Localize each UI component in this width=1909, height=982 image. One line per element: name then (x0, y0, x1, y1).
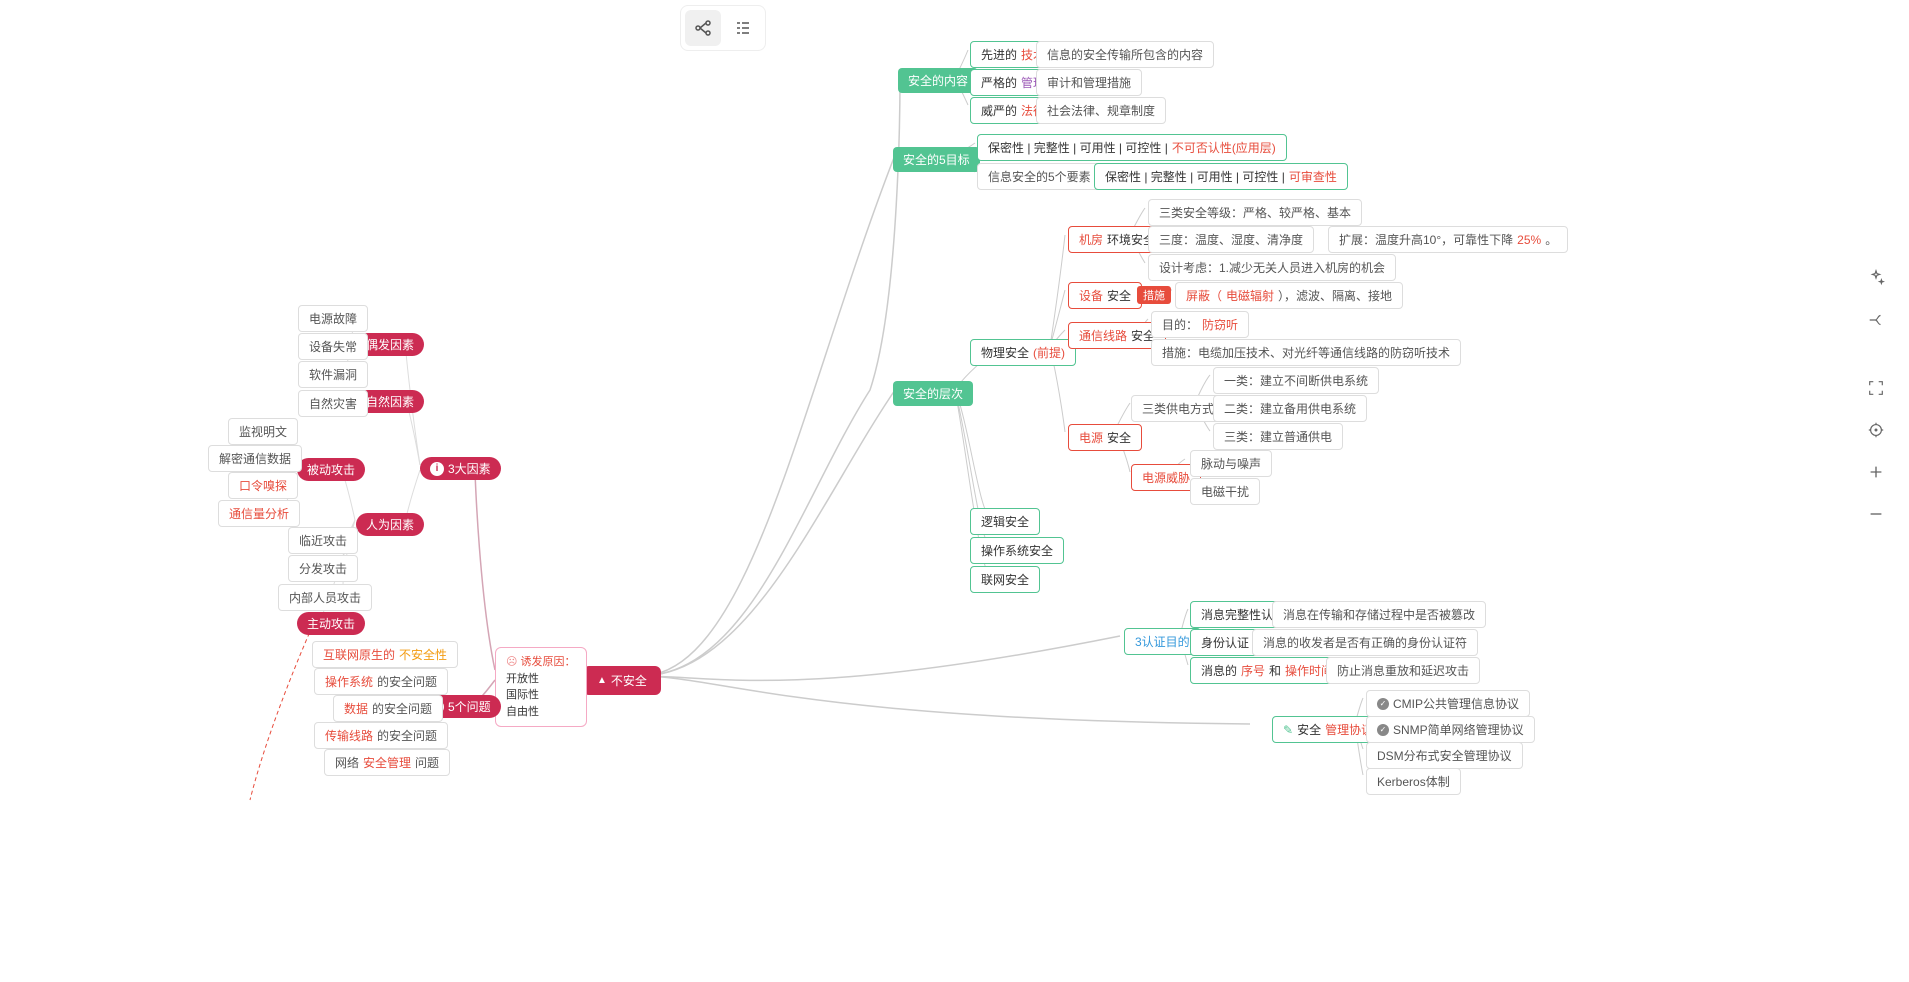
pr3[interactable]: 数据的安全问题 (333, 695, 443, 722)
g2l[interactable]: 信息安全的5个要素 (977, 163, 1102, 190)
a1d[interactable]: 消息在传输和存储过程中是否被篡改 (1272, 601, 1486, 628)
goals5[interactable]: 安全的5目标 (893, 147, 980, 172)
p1[interactable]: 监视明文 (228, 418, 298, 445)
nat1[interactable]: 自然灾害 (298, 390, 368, 417)
pr2[interactable]: 操作系统的安全问题 (314, 668, 448, 695)
c3d[interactable]: 社会法律、规章制度 (1036, 97, 1166, 124)
human[interactable]: 人为因素 (356, 513, 424, 536)
env2[interactable]: 三度：温度、湿度、清净度 (1148, 226, 1314, 253)
mp4[interactable]: Kerberos体制 (1366, 768, 1461, 795)
zoom-in-icon[interactable] (1858, 454, 1894, 490)
outline-view-button[interactable] (725, 10, 761, 46)
env1[interactable]: 三类安全等级：严格、较严格、基本 (1148, 199, 1362, 226)
mp1[interactable]: ✓CMIP公共管理信息协议 (1366, 690, 1530, 717)
a3d[interactable]: 防止消息重放和延迟攻击 (1326, 657, 1480, 684)
magic-icon[interactable] (1858, 260, 1894, 296)
c2d[interactable]: 审计和管理措施 (1036, 69, 1142, 96)
mindmap-view-button[interactable] (685, 10, 721, 46)
p4[interactable]: 通信量分析 (218, 500, 300, 527)
central-node[interactable]: ▲不安全 (583, 666, 661, 695)
pt1[interactable]: 脉动与噪声 (1190, 450, 1272, 477)
passive[interactable]: 被动攻击 (297, 458, 365, 481)
mp2[interactable]: ✓SNMP简单网络管理协议 (1366, 716, 1535, 743)
view-toolbar (680, 5, 766, 51)
devd[interactable]: 屏蔽（电磁辐射），滤波、隔离、接地 (1175, 282, 1403, 309)
cause-title: 诱发原因： (521, 656, 576, 668)
h3[interactable]: 内部人员攻击 (278, 584, 372, 611)
pr5[interactable]: 网络安全管理问题 (324, 749, 450, 776)
locate-icon[interactable] (1858, 412, 1894, 448)
pm3[interactable]: 三类：建立普通供电 (1213, 423, 1343, 450)
cause-box[interactable]: ☹ 诱发原因： 开放性 国际性 自由性 (495, 647, 587, 727)
central-label: 不安全 (611, 672, 647, 689)
factors3[interactable]: i3大因素 (420, 457, 501, 480)
pt2[interactable]: 电磁干扰 (1190, 478, 1260, 505)
right-toolbar (1858, 260, 1894, 532)
mp3[interactable]: DSM分布式安全管理协议 (1366, 742, 1523, 769)
env2e[interactable]: 扩展：温度升高10°，可靠性下降25%。 (1328, 226, 1568, 253)
fit-icon[interactable] (1858, 370, 1894, 406)
pm2[interactable]: 二类：建立备用供电系统 (1213, 395, 1367, 422)
env3[interactable]: 设计考虑：1.减少无关人员进入机房的机会 (1148, 254, 1396, 281)
line2[interactable]: 措施：电缆加压技术、对光纤等通信线路的防窃听技术 (1151, 339, 1461, 366)
os[interactable]: 操作系统安全 (970, 537, 1064, 564)
h1[interactable]: 临近攻击 (288, 527, 358, 554)
pr1[interactable]: 互联网原生的不安全性 (312, 641, 458, 668)
logic[interactable]: 逻辑安全 (970, 508, 1040, 535)
pwrm[interactable]: 三类供电方式 (1131, 395, 1225, 422)
c1d[interactable]: 信息的安全传输所包含的内容 (1036, 41, 1214, 68)
p2[interactable]: 解密通信数据 (208, 445, 302, 472)
zoom-out-icon[interactable] (1858, 496, 1894, 532)
layers[interactable]: 安全的层次 (893, 381, 973, 406)
a2[interactable]: 身份认证 (1190, 629, 1260, 656)
dev-m[interactable]: 措施 (1127, 282, 1181, 308)
acc1[interactable]: 电源故障 (298, 305, 368, 332)
layout-icon[interactable] (1858, 302, 1894, 338)
pr4[interactable]: 传输线路的安全问题 (314, 722, 448, 749)
acc3[interactable]: 软件漏洞 (298, 361, 368, 388)
p3[interactable]: 口令嗅探 (228, 472, 298, 499)
phys[interactable]: 物理安全 (前提) (970, 339, 1076, 366)
pm1[interactable]: 一类：建立不间断供电系统 (1213, 367, 1379, 394)
g2[interactable]: 保密性 | 完整性 | 可用性 | 可控性 | 可审查性 (1094, 163, 1348, 190)
h2[interactable]: 分发攻击 (288, 555, 358, 582)
g1[interactable]: 保密性 | 完整性 | 可用性 | 可控性 | 不可否认性(应用层) (977, 134, 1287, 161)
active[interactable]: 主动攻击 (297, 612, 365, 635)
net[interactable]: 联网安全 (970, 566, 1040, 593)
acc2[interactable]: 设备失常 (298, 333, 368, 360)
pwr[interactable]: 电源安全 (1068, 424, 1142, 451)
content[interactable]: 安全的内容 (898, 68, 978, 93)
a2d[interactable]: 消息的收发者是否有正确的身份认证符 (1252, 629, 1478, 656)
line1[interactable]: 目的：防窃听 (1151, 311, 1249, 338)
